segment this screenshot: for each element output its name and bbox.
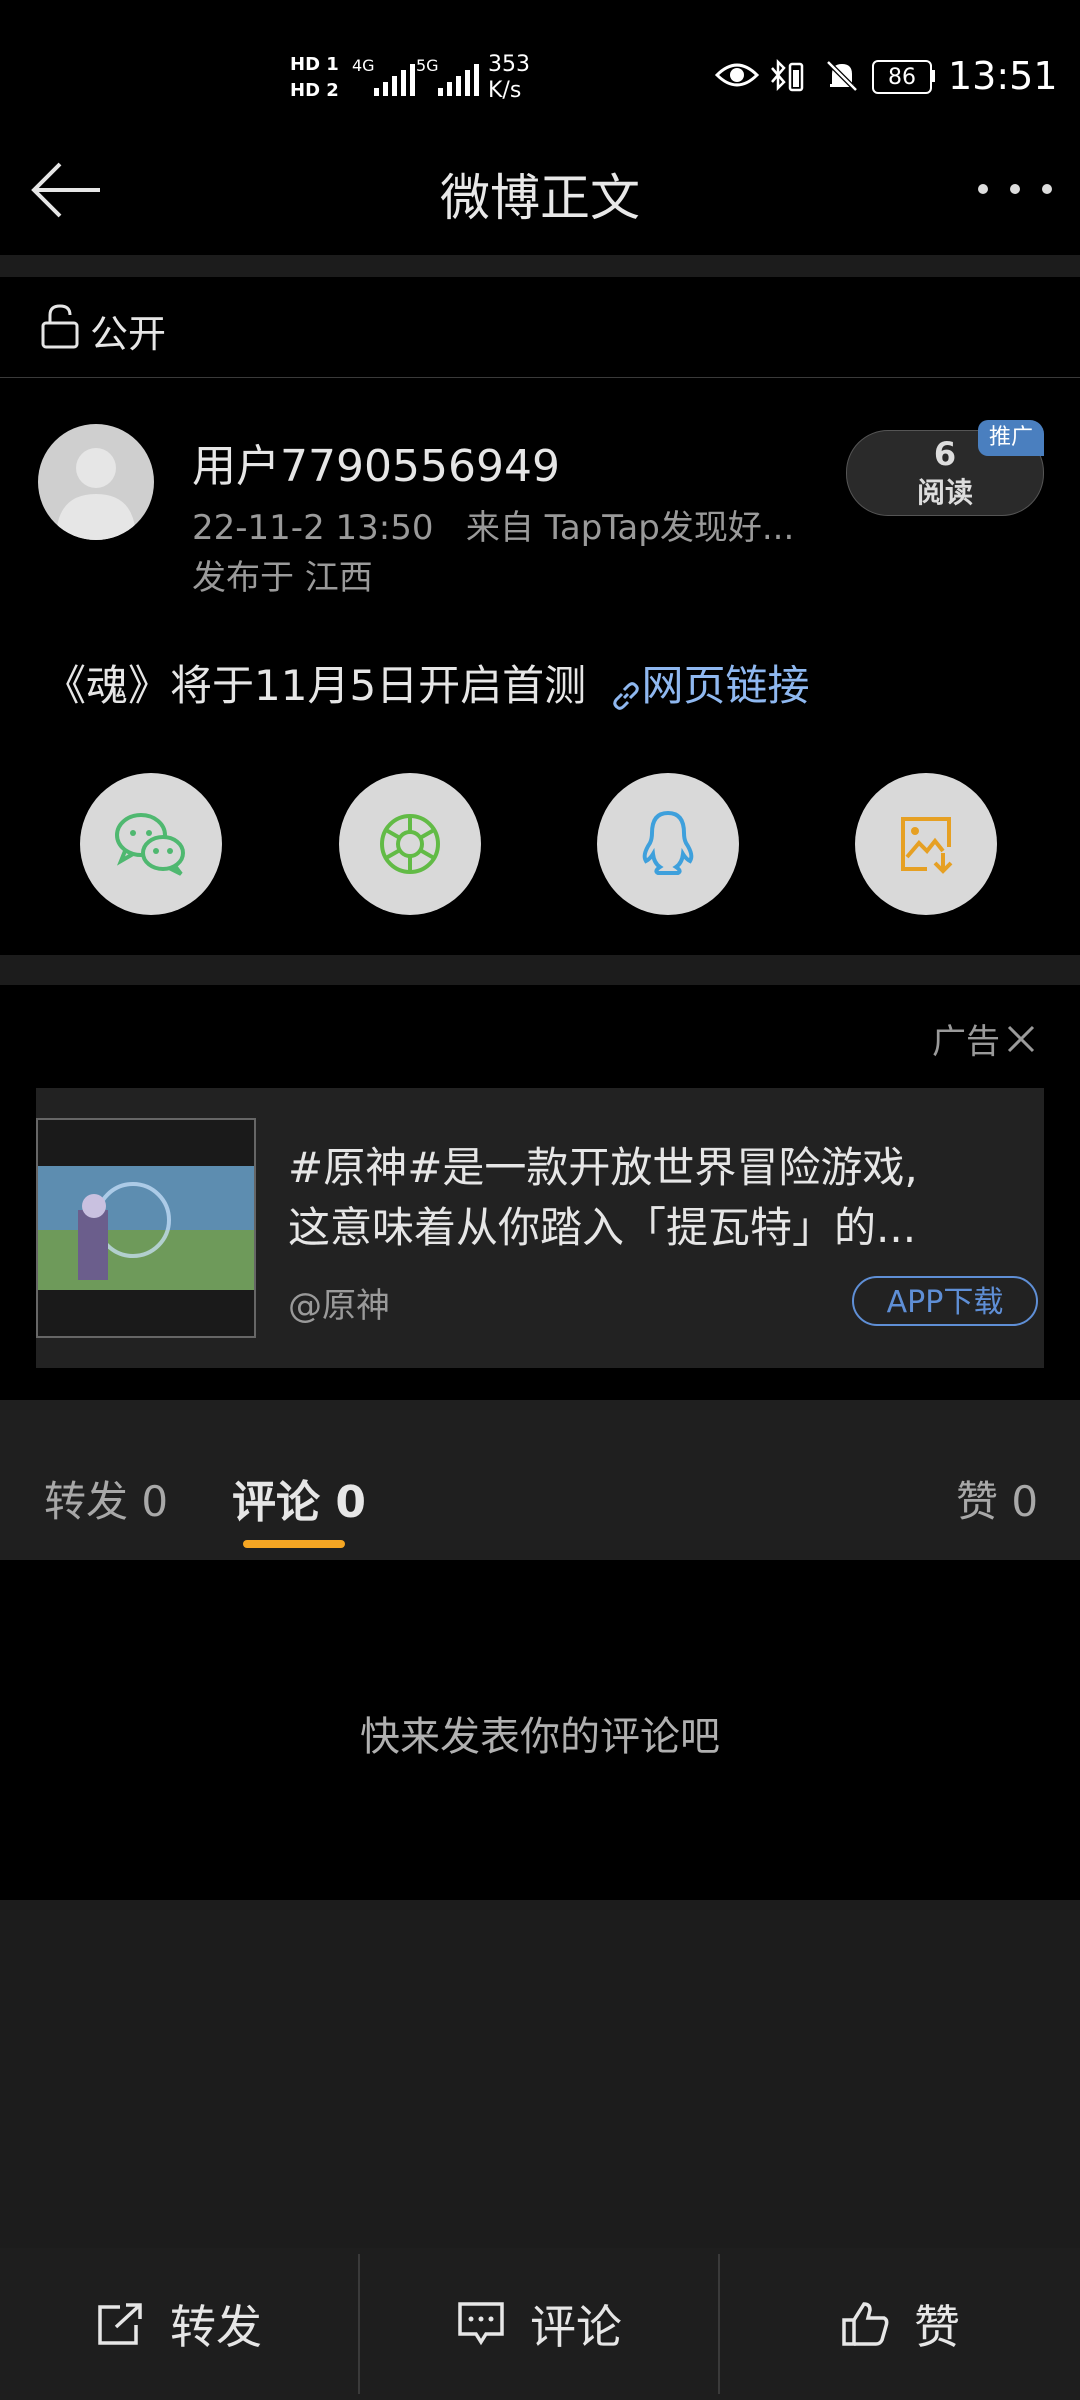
ad-text-line: #原神#是一款开放世界冒险游戏, <box>288 1143 918 1192</box>
divider <box>0 255 1080 277</box>
status-time: 13:51 <box>948 54 1058 98</box>
share-moments-button[interactable] <box>339 773 481 915</box>
tab-likes[interactable]: 赞 0 <box>956 1468 1038 1529</box>
promo-badge: 推广 <box>978 420 1044 456</box>
ad-text-line: 这意味着从你踏入「提瓦特」的... <box>288 1203 917 1252</box>
share-qq-button[interactable] <box>597 773 739 915</box>
bottom-action-bar: 转发 评论 赞 <box>0 2248 1080 2400</box>
post-content: 《魂》将于11月5日开启首测 网页链接 <box>44 652 810 713</box>
hd2-label: HD 2 <box>290 80 339 101</box>
divider <box>0 955 1080 985</box>
active-tab-indicator <box>243 1540 345 1548</box>
dot-icon <box>1042 184 1052 194</box>
hd-indicators: HD 1 HD 2 <box>290 52 339 104</box>
comment-label: 评论 <box>530 2300 622 2354</box>
save-image-button[interactable] <box>855 773 997 915</box>
app-download-button[interactable]: APP下载 <box>852 1276 1038 1326</box>
status-bar: HD 1 HD 2 4G 5G 353 K/s 86 13:51 <box>0 0 1080 140</box>
tabs-bar: 转发 0 评论 0 赞 0 <box>0 1400 1080 1560</box>
ad-card[interactable]: #原神#是一款开放世界冒险游戏, 这意味着从你踏入「提瓦特」的... @原神 A… <box>36 1088 1044 1368</box>
share-wechat-button[interactable] <box>80 773 222 915</box>
repost-button[interactable]: 转发 <box>0 2248 358 2400</box>
comments-area: 快来发表你的评论吧 <box>0 1560 1080 1900</box>
default-avatar-icon <box>56 448 136 540</box>
eye-icon <box>714 58 760 96</box>
page-title: 微博正文 <box>440 169 640 227</box>
link-icon <box>610 673 642 710</box>
username[interactable]: 用户7790556949 <box>192 430 560 494</box>
ad-text: #原神#是一款开放世界冒险游戏, 这意味着从你踏入「提瓦特」的... <box>288 1138 918 1258</box>
empty-comments-text: 快来发表你的评论吧 <box>360 1714 720 1760</box>
battery-tip <box>930 70 935 82</box>
like-label: 赞 <box>914 2300 960 2354</box>
battery-icon: 86 <box>872 60 932 94</box>
more-options-button[interactable] <box>978 174 1052 204</box>
unlock-icon <box>40 303 80 353</box>
tab-comments[interactable]: 评论 0 <box>232 1466 366 1530</box>
hd1-label: HD 1 <box>290 54 339 75</box>
reads-label: 阅读 <box>916 476 973 509</box>
signal-bars-icon <box>438 62 479 96</box>
visibility-row[interactable]: 公开 <box>0 277 1080 378</box>
signal-bars-icon <box>374 62 415 96</box>
visibility-label: 公开 <box>90 312 167 356</box>
speed-value: 353 <box>488 52 530 77</box>
post-location: 发布于 江西 <box>192 558 373 598</box>
close-icon[interactable] <box>1006 1024 1036 1054</box>
web-link[interactable]: 网页链接 <box>642 661 810 710</box>
ad-label: 广告 <box>932 1022 1000 1062</box>
ad-label-row[interactable]: 广告 <box>932 1014 1036 1063</box>
mute-bell-icon <box>824 58 860 98</box>
repost-icon <box>98 2303 142 2345</box>
qq-icon <box>642 810 694 875</box>
tab-repost[interactable]: 转发 0 <box>44 1468 168 1529</box>
avatar[interactable] <box>38 424 154 540</box>
post-meta: 22-11-2 13:50 来自 TapTap发现好... <box>192 508 795 548</box>
dot-icon <box>978 184 988 194</box>
network-speed: 353 K/s <box>488 52 530 104</box>
like-button[interactable]: 赞 <box>720 2248 1080 2400</box>
battery-level: 86 <box>888 64 916 90</box>
comment-icon <box>458 2302 504 2346</box>
thumbs-up-icon <box>842 2302 889 2346</box>
comment-button[interactable]: 评论 <box>360 2248 718 2400</box>
blank-area <box>0 1900 1080 2248</box>
dot-icon <box>1010 184 1020 194</box>
post-text: 《魂》将于11月5日开启首测 <box>44 661 587 710</box>
moments-icon <box>380 814 440 874</box>
signal-2: 5G <box>416 58 479 96</box>
ad-thumbnail <box>36 1118 256 1338</box>
repost-label: 转发 <box>170 2300 262 2354</box>
speed-unit: K/s <box>488 78 522 103</box>
ad-source: @原神 <box>288 1286 390 1326</box>
signal-1: 4G <box>352 58 415 96</box>
save-image-icon <box>901 817 953 874</box>
wechat-icon <box>115 813 185 876</box>
bluetooth-battery-icon <box>768 58 808 98</box>
